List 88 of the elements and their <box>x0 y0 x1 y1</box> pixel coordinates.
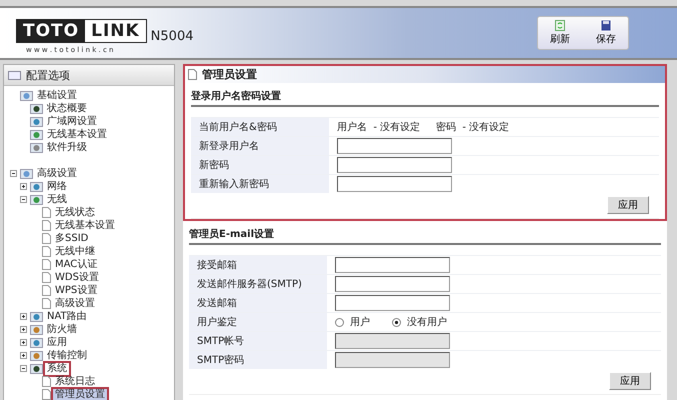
tree-item[interactable]: 状态概要 <box>45 102 89 114</box>
folder-icon <box>20 90 33 101</box>
page-icon <box>42 259 51 270</box>
field-label: SMTP密码 <box>189 351 327 369</box>
page-icon <box>42 233 51 244</box>
folder-icon <box>30 142 43 153</box>
expand-toggle[interactable] <box>20 183 28 190</box>
field-label: 接受邮箱 <box>189 256 327 274</box>
sidebar-title: 配置选项 <box>26 68 70 82</box>
panel-title: 管理员设置 <box>202 67 257 82</box>
field-label: 新登录用户名 <box>191 137 329 155</box>
tree-item[interactable]: WPS设置 <box>53 284 100 296</box>
tree-item[interactable]: 系统日志 <box>53 376 97 388</box>
folder-icon <box>30 363 43 374</box>
apply-button[interactable]: 应用 <box>609 372 651 390</box>
refresh-button[interactable]: 刷新 <box>542 19 578 47</box>
tree-item[interactable]: 高级设置 <box>35 168 79 180</box>
tree-item[interactable]: 应用 <box>45 336 69 348</box>
tree-item[interactable]: 广域网设置 <box>45 116 99 128</box>
field-label: 新密码 <box>191 156 329 174</box>
field-value: 用户名 - 没有设定 密码 - 没有设定 <box>337 120 510 134</box>
input-field[interactable] <box>335 257 450 273</box>
tree-item[interactable]: 多SSID <box>53 232 90 244</box>
tree-item[interactable]: 高级设置 <box>53 298 97 310</box>
tree-item[interactable]: 无线状态 <box>53 206 97 218</box>
tree-item[interactable]: 无线基本设置 <box>45 128 109 140</box>
expand-toggle[interactable] <box>10 170 18 177</box>
input-field[interactable] <box>337 176 452 192</box>
page-icon <box>42 298 51 309</box>
tree-item[interactable]: NAT路由 <box>45 310 89 322</box>
tree-item[interactable]: 传输控制 <box>45 350 89 362</box>
section-title: 管理员E-mail设置 <box>189 221 661 245</box>
folder-icon <box>30 129 43 140</box>
folder-icon <box>30 194 43 205</box>
expand-toggle[interactable] <box>20 313 28 320</box>
input-field[interactable] <box>337 157 452 173</box>
field-label: SMTP帐号 <box>189 332 327 350</box>
page-icon <box>188 69 197 80</box>
input-field[interactable] <box>335 276 450 292</box>
page-icon <box>42 207 51 218</box>
page-icon <box>42 272 51 283</box>
expand-toggle[interactable] <box>20 339 28 346</box>
page-icon <box>42 246 51 257</box>
save-button[interactable]: 保存 <box>588 19 624 47</box>
folder-icon <box>30 350 43 361</box>
folder-icon <box>30 116 43 127</box>
field-label: 发送邮件服务器(SMTP) <box>189 275 327 293</box>
logo-text: LINK <box>85 20 146 42</box>
logo-text: TOTO <box>17 20 86 42</box>
tree-item[interactable]: 系统 <box>45 362 69 374</box>
folder-icon <box>30 311 43 322</box>
tree-item[interactable]: 管理员设置 <box>53 388 107 400</box>
folder-icon <box>20 168 33 179</box>
field-label: 用户鉴定 <box>189 313 327 331</box>
folder-icon <box>30 103 43 114</box>
field-label: 当前用户名&密码 <box>191 118 329 136</box>
model-name: N5004 <box>150 28 194 44</box>
page-icon <box>42 376 51 387</box>
radio-label: 用户 <box>350 316 370 329</box>
section-title: 登录用户名密码设置 <box>191 83 659 107</box>
radio-button-selected[interactable] <box>392 318 401 326</box>
tree-item[interactable]: MAC认证 <box>53 258 100 270</box>
input-field[interactable] <box>337 138 452 154</box>
expand-toggle[interactable] <box>20 196 28 203</box>
radio-label: 没有用户 <box>407 316 447 329</box>
folder-icon <box>30 337 43 348</box>
tree-item[interactable]: 防火墙 <box>45 324 79 336</box>
page-icon <box>42 285 51 296</box>
tree-item[interactable]: WDS设置 <box>53 272 101 284</box>
page-icon <box>42 220 51 231</box>
expand-toggle[interactable] <box>20 326 28 333</box>
expand-toggle[interactable] <box>20 365 28 372</box>
tree-item[interactable]: 软件升级 <box>45 142 89 154</box>
folder-icon <box>30 324 43 335</box>
tree-item[interactable]: 无线中继 <box>53 246 97 258</box>
refresh-icon <box>555 20 565 31</box>
apply-button[interactable]: 应用 <box>607 196 649 214</box>
expand-toggle[interactable] <box>20 352 28 359</box>
input-field[interactable] <box>335 295 450 311</box>
tree-item[interactable]: 网络 <box>45 180 69 192</box>
field-label: 发送邮箱 <box>189 294 327 312</box>
tree-item[interactable]: 无线基本设置 <box>53 220 117 232</box>
tree-item[interactable]: 无线 <box>45 194 69 206</box>
folder-icon <box>8 70 21 80</box>
folder-icon <box>30 181 43 192</box>
tree-item[interactable]: 基础设置 <box>35 90 79 102</box>
field-label: 重新输入新密码 <box>191 175 329 193</box>
radio-button[interactable] <box>335 318 344 326</box>
